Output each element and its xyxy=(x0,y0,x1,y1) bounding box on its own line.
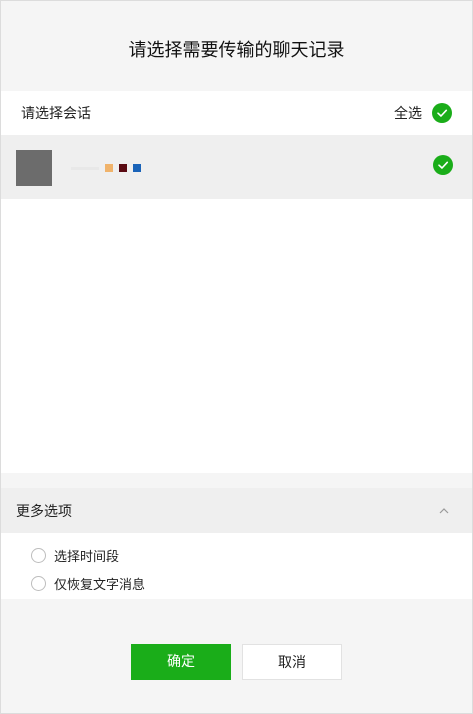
option-label: 仅恢复文字消息 xyxy=(54,577,146,593)
check-circle-icon[interactable] xyxy=(433,155,453,175)
masked-text xyxy=(71,166,99,170)
conversation-name-masked xyxy=(71,162,141,174)
option-label: 选择时间段 xyxy=(54,549,120,565)
select-all-label: 全选 xyxy=(394,106,422,122)
avatar xyxy=(16,150,52,186)
option-time-range[interactable]: 选择时间段 xyxy=(1,541,472,569)
cancel-button[interactable]: 取消 xyxy=(242,644,342,680)
color-mark xyxy=(105,164,113,172)
check-circle-icon[interactable] xyxy=(432,103,452,123)
radio-button[interactable] xyxy=(31,575,46,591)
conversation-row[interactable] xyxy=(1,135,472,199)
chevron-up-icon[interactable] xyxy=(436,503,452,519)
transfer-dialog: 请选择需要传输的聊天记录 请选择会话 全选 更多选项 选择时间段 仅恢复文字消息… xyxy=(0,0,473,714)
select-all-toggle[interactable]: 全选 xyxy=(394,103,452,123)
confirm-button[interactable]: 确定 xyxy=(131,644,231,680)
radio-button[interactable] xyxy=(31,547,46,563)
conversation-list xyxy=(1,135,472,473)
conversation-section-label: 请选择会话 xyxy=(21,106,91,122)
more-options-list: 选择时间段 仅恢复文字消息 xyxy=(1,533,472,599)
color-mark xyxy=(119,164,127,172)
more-options-label: 更多选项 xyxy=(16,503,72,520)
conversation-section-header: 请选择会话 全选 xyxy=(1,91,472,135)
more-options-header[interactable]: 更多选项 xyxy=(1,488,472,533)
color-mark xyxy=(133,164,141,172)
option-text-only[interactable]: 仅恢复文字消息 xyxy=(1,569,472,597)
dialog-title: 请选择需要传输的聊天记录 xyxy=(128,40,345,61)
